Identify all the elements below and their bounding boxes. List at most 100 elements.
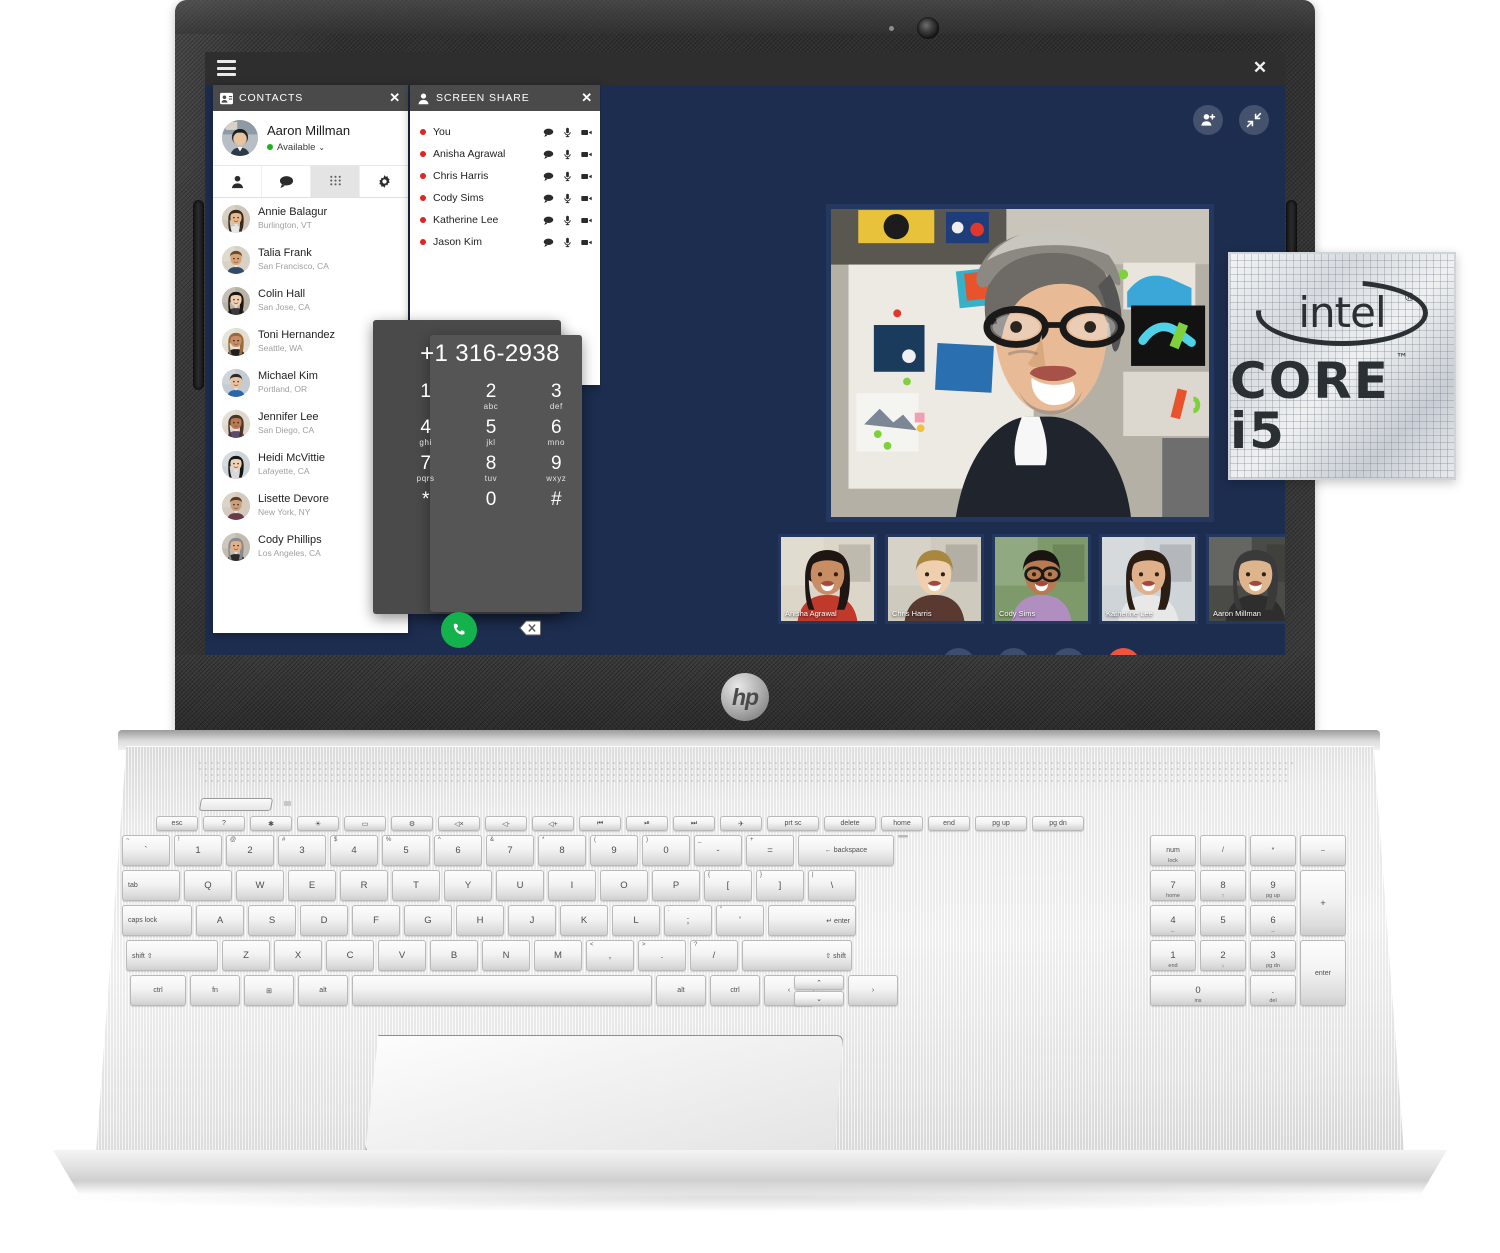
dialpad-key[interactable]: # (524, 490, 589, 519)
main-video-tile[interactable] (826, 204, 1214, 522)
key-2[interactable]: @2 (226, 835, 274, 866)
key-num[interactable]: num lock (1150, 835, 1196, 866)
key-j[interactable]: J (508, 905, 556, 936)
key-[interactable]: + = (746, 835, 794, 866)
key-[interactable]: _ - (694, 835, 742, 866)
key-esc[interactable]: esc (156, 816, 198, 831)
participant-thumbnails[interactable]: Anisha Agrawal Chris Harris Cody Sims Kathe… (778, 534, 1285, 624)
hamburger-menu-icon[interactable] (217, 60, 236, 76)
key-spacer[interactable] (898, 835, 908, 837)
key-[interactable]: ◁× (438, 816, 480, 831)
key-caps-lock[interactable]: caps lock (122, 905, 192, 936)
tab-settings[interactable] (360, 166, 408, 197)
dialpad-key[interactable]: 9 wxyz (524, 454, 589, 483)
participant-action-icons[interactable] (543, 171, 592, 182)
app-close-icon[interactable]: ✕ (1249, 57, 1271, 79)
backspace-button[interactable] (519, 619, 542, 641)
contact-list-item[interactable]: Colin Hall San Jose, CA (213, 280, 408, 321)
key-[interactable]: ◁+ (532, 816, 574, 831)
key-0[interactable]: 0 ins (1150, 975, 1246, 1006)
dialpad-key[interactable]: 6 mno (524, 418, 589, 447)
tab-chat[interactable] (262, 166, 311, 197)
key-enter[interactable]: ↵ enter (768, 905, 856, 936)
key-0[interactable]: ) 0 (642, 835, 690, 866)
key-w[interactable]: W (236, 870, 284, 901)
key-l[interactable]: L (612, 905, 660, 936)
key-n[interactable]: N (482, 940, 530, 971)
key-alt[interactable]: alt (656, 975, 706, 1006)
key-[interactable]: + (1300, 870, 1346, 936)
key-[interactable]: ? (203, 816, 245, 831)
key-[interactable]: ✈ (720, 816, 762, 831)
key-4[interactable]: $4 (330, 835, 378, 866)
key-[interactable]: ? / (690, 940, 738, 971)
key-[interactable]: ▭ (344, 816, 386, 831)
contact-list-item[interactable]: Annie Balagur Burlington, VT (213, 198, 408, 239)
key-ctrl[interactable]: ctrl (710, 975, 760, 1006)
key-[interactable]: ⚙ (391, 816, 433, 831)
key-r[interactable]: R (340, 870, 388, 901)
dialpad-key[interactable]: 7 pqrs (393, 454, 458, 483)
dialpad-keys[interactable]: 1 2 abc 3 def 4 ghi 5 jkl 6 mno 7 pqrs 8 tuv 9 wxyz * 0 … (393, 382, 589, 519)
key-[interactable]: >. (638, 940, 686, 971)
screen-share-participant-row[interactable]: Cody Sims (420, 187, 592, 209)
key-[interactable]: <, (586, 940, 634, 971)
key-[interactable]: ⌄ (794, 991, 844, 1006)
key-g[interactable]: G (404, 905, 452, 936)
key-tab[interactable]: tab (122, 870, 180, 901)
participant-action-icons[interactable] (543, 149, 592, 160)
arrow-key-cluster[interactable]: ⌃ ⌄ (794, 975, 844, 1006)
key-[interactable]: › (848, 975, 898, 1006)
screen-share-participant-row[interactable]: Jason Kim (420, 231, 592, 253)
key-alt[interactable]: alt (298, 975, 348, 1006)
participant-action-icons[interactable] (543, 127, 592, 138)
hangup-button[interactable] (1107, 648, 1140, 655)
dialpad-key[interactable]: 4 ghi (393, 418, 458, 447)
key-backspace[interactable]: ← backspace (798, 835, 894, 866)
key-spacebar[interactable] (352, 975, 652, 1006)
participant-thumbnail[interactable]: Aaron Millman (1206, 534, 1285, 624)
participant-thumbnail[interactable]: Katherine Lee (1099, 534, 1198, 624)
key-7[interactable]: 7 home (1150, 870, 1196, 901)
key-1[interactable]: ! 1 (174, 835, 222, 866)
screen-share-panel-close-icon[interactable]: ✕ (581, 90, 593, 106)
key-enter[interactable]: enter (1300, 940, 1346, 1006)
key-7[interactable]: & 7 (486, 835, 534, 866)
add-participant-button[interactable] (1193, 105, 1223, 135)
key-home[interactable]: home (881, 816, 923, 831)
tab-people[interactable] (213, 166, 262, 197)
keyboard[interactable]: esc? ✱ ☀ ▭ ⚙ ◁× ◁- ◁+ ⏮ ⏯ ⏭ ✈ prt sc delete home end pg … (122, 816, 1377, 1010)
speaker-toggle-button[interactable] (1052, 648, 1085, 655)
participant-action-icons[interactable] (543, 215, 592, 226)
user-profile-row[interactable]: Aaron Millman Available ⌄ (213, 111, 408, 166)
key-5[interactable]: % 5 (382, 835, 430, 866)
key-8[interactable]: 8 ↑ (1200, 870, 1246, 901)
key-6[interactable]: 6 → (1250, 905, 1296, 936)
key-2[interactable]: 2 ↓ (1200, 940, 1246, 971)
participant-thumbnail[interactable]: Anisha Agrawal (778, 534, 877, 624)
key-x[interactable]: X (274, 940, 322, 971)
key-[interactable]: ~ ` (122, 835, 170, 866)
key-[interactable]: ✱ (250, 816, 292, 831)
key-pg-up[interactable]: pg up (975, 816, 1027, 831)
key-[interactable]: " ' (716, 905, 764, 936)
key-ctrl[interactable]: ctrl (130, 975, 186, 1006)
key-[interactable]: ⏮ (579, 816, 621, 831)
key-[interactable]: ◁- (485, 816, 527, 831)
key-m[interactable]: M (534, 940, 582, 971)
key-[interactable]: ☀ (297, 816, 339, 831)
key-[interactable]: {[ (704, 870, 752, 901)
trackpad[interactable] (365, 1035, 843, 1153)
key-[interactable]: :; (664, 905, 712, 936)
screen-share-participant-row[interactable]: Katherine Lee (420, 209, 592, 231)
key-[interactable]: }] (756, 870, 804, 901)
contact-list-item[interactable]: Talia Frank San Francisco, CA (213, 239, 408, 280)
key-k[interactable]: K (560, 905, 608, 936)
key-8[interactable]: * 8 (538, 835, 586, 866)
screen-share-participant-row[interactable]: You (420, 121, 592, 143)
key-i[interactable]: I (548, 870, 596, 901)
key-prt-sc[interactable]: prt sc (767, 816, 819, 831)
key-1[interactable]: 1 end (1150, 940, 1196, 971)
key-z[interactable]: Z (222, 940, 270, 971)
key-[interactable]: . del (1250, 975, 1296, 1006)
